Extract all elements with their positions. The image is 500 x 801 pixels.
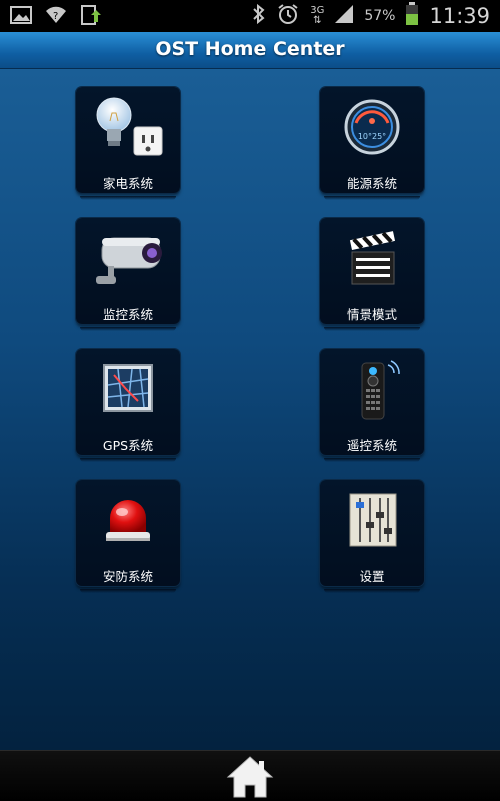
tile-energy[interactable]: 10°25° 能源系统 xyxy=(320,87,424,200)
network-label: 3G xyxy=(310,5,325,16)
alarm-light-icon xyxy=(106,500,150,541)
battery-icon xyxy=(405,2,419,30)
title-bar: OST Home Center xyxy=(0,32,500,69)
home-icon[interactable] xyxy=(226,755,274,799)
app-title: OST Home Center xyxy=(155,38,345,60)
tile-appliance[interactable]: 家电系统 xyxy=(76,87,180,200)
tile-remote[interactable]: 遥控系统 xyxy=(320,349,424,462)
signal-icon xyxy=(334,4,354,28)
alarm-icon xyxy=(276,3,300,29)
tile-scenes[interactable]: 情景模式 xyxy=(320,218,424,331)
map-icon xyxy=(103,364,153,412)
tile-settings[interactable]: 设置 xyxy=(320,480,424,593)
appliance-icon xyxy=(96,97,163,156)
svg-text:10°25°: 10°25° xyxy=(358,132,386,141)
tile-label: 设置 xyxy=(359,569,385,584)
tile-monitoring[interactable]: 监控系统 xyxy=(76,218,180,331)
status-bar: ? 3G ⇅ 57% 11:39 xyxy=(0,0,500,32)
energy-meter-icon: 10°25° xyxy=(344,99,400,155)
tile-label: 情景模式 xyxy=(346,307,397,322)
tile-label: 遥控系统 xyxy=(346,438,397,453)
equalizer-settings-icon xyxy=(349,493,397,547)
tile-label: 能源系统 xyxy=(346,176,397,191)
camera-icon xyxy=(96,237,162,284)
battery-percent: 57% xyxy=(364,8,396,24)
tile-label: 监控系统 xyxy=(102,307,153,322)
wifi-icon: ? xyxy=(44,5,68,29)
tile-gps[interactable]: GPS系统 xyxy=(76,349,180,462)
bluetooth-icon xyxy=(252,3,266,29)
network-3g-icon: 3G ⇅ xyxy=(310,5,325,26)
gallery-icon xyxy=(10,5,32,29)
main-grid: 家电系统 10°25° 能源系统 监控系统 情景模式 GPS系统 遥控系统 安防… xyxy=(0,69,500,750)
clock: 11:39 xyxy=(429,4,490,28)
tile-label: 家电系统 xyxy=(102,176,153,191)
bottom-nav-bar xyxy=(0,750,500,801)
svg-text:?: ? xyxy=(53,11,58,22)
tile-label: 安防系统 xyxy=(102,569,153,584)
tile-label: GPS系统 xyxy=(102,438,154,453)
clapperboard-icon xyxy=(349,231,396,285)
tile-security[interactable]: 安防系统 xyxy=(76,480,180,593)
download-icon xyxy=(80,4,102,30)
remote-control-icon xyxy=(361,360,400,420)
